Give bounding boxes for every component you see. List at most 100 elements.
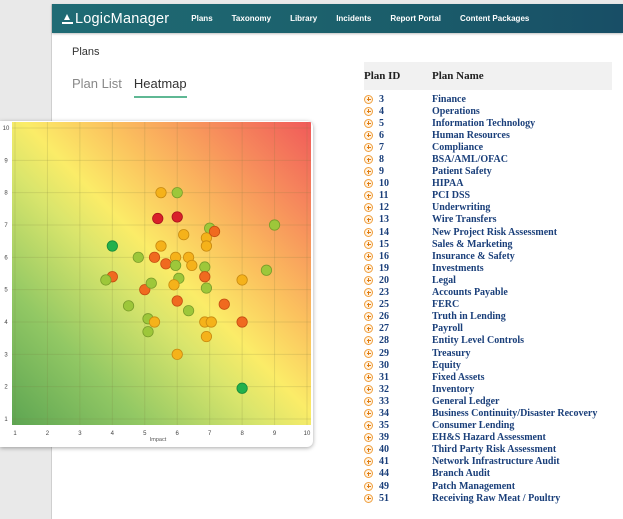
plan-row[interactable]: 39 EH&S Hazard Assessment bbox=[364, 432, 612, 444]
plan-name-link[interactable]: Business Continuity/Disaster Recovery bbox=[432, 408, 597, 419]
plan-row[interactable]: 30 Equity bbox=[364, 359, 612, 371]
expand-plus-icon[interactable] bbox=[364, 408, 373, 418]
plan-row[interactable]: 8 BSA/AML/OFAC bbox=[364, 153, 612, 165]
plan-row[interactable]: 7 Compliance bbox=[364, 141, 612, 153]
plan-name-link[interactable]: New Project Risk Assessment bbox=[432, 227, 557, 238]
plan-row[interactable]: 26 Truth in Lending bbox=[364, 311, 612, 323]
plan-name-link[interactable]: Inventory bbox=[432, 384, 474, 395]
expand-plus-icon[interactable] bbox=[364, 227, 373, 237]
risk-point-low-medium[interactable] bbox=[142, 326, 154, 338]
plan-name-link[interactable]: Network Infrastructure Audit bbox=[432, 456, 560, 467]
plan-row[interactable]: 15 Sales & Marketing bbox=[364, 238, 612, 250]
expand-plus-icon[interactable] bbox=[364, 106, 373, 116]
expand-plus-icon[interactable] bbox=[364, 421, 373, 431]
plan-row[interactable]: 31 Fixed Assets bbox=[364, 371, 612, 383]
plan-name-link[interactable]: BSA/AML/OFAC bbox=[432, 154, 508, 165]
plan-row[interactable]: 10 HIPAA bbox=[364, 178, 612, 190]
risk-point-critical[interactable] bbox=[152, 212, 164, 225]
plan-name-link[interactable]: Truth in Lending bbox=[432, 311, 506, 322]
plan-row[interactable]: 11 PCI DSS bbox=[364, 190, 612, 202]
expand-plus-icon[interactable] bbox=[364, 372, 373, 382]
plan-name-link[interactable]: HIPAA bbox=[432, 178, 463, 189]
plan-name-link[interactable]: Equity bbox=[432, 360, 461, 371]
plan-name-link[interactable]: Insurance & Safety bbox=[432, 251, 515, 262]
risk-point-medium[interactable] bbox=[155, 240, 167, 252]
risk-point-medium[interactable] bbox=[236, 274, 248, 286]
plan-row[interactable]: 28 Entity Level Controls bbox=[364, 335, 612, 347]
nav-taxonomy[interactable]: Taxonomy bbox=[232, 14, 271, 23]
plan-row[interactable]: 44 Branch Audit bbox=[364, 468, 612, 480]
plan-name-link[interactable]: Operations bbox=[432, 106, 480, 117]
risk-point-medium[interactable] bbox=[178, 229, 190, 241]
risk-point-low-medium[interactable] bbox=[182, 305, 195, 317]
plan-name-link[interactable]: Finance bbox=[432, 94, 466, 105]
expand-plus-icon[interactable] bbox=[364, 433, 373, 443]
plan-name-link[interactable]: General Ledger bbox=[432, 396, 499, 407]
expand-plus-icon[interactable] bbox=[364, 167, 373, 177]
plan-row[interactable]: 27 Payroll bbox=[364, 323, 612, 335]
plan-name-link[interactable]: Human Resources bbox=[432, 130, 510, 141]
nav-report-portal[interactable]: Report Portal bbox=[390, 14, 441, 23]
risk-point-low-medium[interactable] bbox=[171, 187, 183, 199]
plan-row[interactable]: 33 General Ledger bbox=[364, 395, 612, 407]
expand-plus-icon[interactable] bbox=[364, 469, 373, 479]
plan-row[interactable]: 14 New Project Risk Assessment bbox=[364, 226, 612, 238]
nav-plans[interactable]: Plans bbox=[191, 14, 212, 23]
risk-point-high[interactable] bbox=[236, 316, 248, 328]
expand-plus-icon[interactable] bbox=[364, 457, 373, 467]
risk-point-medium[interactable] bbox=[186, 259, 198, 272]
plan-name-link[interactable]: Fixed Assets bbox=[432, 372, 485, 383]
risk-point-low-medium[interactable] bbox=[145, 277, 157, 289]
plan-name-link[interactable]: Entity Level Controls bbox=[432, 335, 524, 346]
plan-row[interactable]: 49 Patch Management bbox=[364, 480, 612, 492]
expand-plus-icon[interactable] bbox=[364, 155, 373, 165]
expand-plus-icon[interactable] bbox=[364, 336, 373, 346]
plan-name-link[interactable]: Accounts Payable bbox=[432, 287, 508, 298]
expand-plus-icon[interactable] bbox=[364, 215, 373, 225]
expand-plus-icon[interactable] bbox=[364, 203, 373, 213]
risk-point-high[interactable] bbox=[199, 271, 211, 283]
risk-point-medium[interactable] bbox=[168, 279, 180, 291]
nav-incidents[interactable]: Incidents bbox=[336, 14, 371, 23]
plan-name-link[interactable]: Underwriting bbox=[432, 202, 490, 213]
plan-row[interactable]: 41 Network Infrastructure Audit bbox=[364, 456, 612, 468]
plan-row[interactable]: 23 Accounts Payable bbox=[364, 287, 612, 299]
expand-plus-icon[interactable] bbox=[364, 445, 373, 455]
risk-point-low[interactable] bbox=[106, 240, 118, 252]
plan-name-link[interactable]: Patch Management bbox=[432, 481, 515, 492]
plan-name-link[interactable]: Sales & Marketing bbox=[432, 239, 513, 250]
plan-name-link[interactable]: Compliance bbox=[432, 142, 483, 153]
expand-plus-icon[interactable] bbox=[364, 130, 373, 140]
risk-point-low-medium[interactable] bbox=[100, 274, 112, 286]
risk-point-high[interactable] bbox=[218, 298, 230, 310]
plan-row[interactable]: 25 FERC bbox=[364, 299, 612, 311]
risk-point-low-medium[interactable] bbox=[170, 259, 182, 272]
expand-plus-icon[interactable] bbox=[364, 300, 373, 310]
risk-point-high[interactable] bbox=[171, 295, 183, 307]
plan-row[interactable]: 3 Finance bbox=[364, 93, 612, 105]
expand-plus-icon[interactable] bbox=[364, 324, 373, 334]
expand-plus-icon[interactable] bbox=[364, 239, 373, 249]
risk-point-low-medium[interactable] bbox=[200, 282, 213, 294]
expand-plus-icon[interactable] bbox=[364, 263, 373, 273]
plan-row[interactable]: 20 Legal bbox=[364, 274, 612, 286]
plan-name-link[interactable]: Legal bbox=[432, 275, 456, 286]
expand-plus-icon[interactable] bbox=[364, 481, 373, 491]
expand-plus-icon[interactable] bbox=[364, 179, 373, 189]
expand-plus-icon[interactable] bbox=[364, 94, 373, 104]
risk-point-medium[interactable] bbox=[200, 240, 213, 252]
expand-plus-icon[interactable] bbox=[364, 348, 373, 358]
plan-name-link[interactable]: Payroll bbox=[432, 323, 463, 334]
risk-point-high[interactable] bbox=[160, 258, 172, 270]
plan-row[interactable]: 35 Consumer Lending bbox=[364, 420, 612, 432]
expand-plus-icon[interactable] bbox=[364, 396, 373, 406]
expand-plus-icon[interactable] bbox=[364, 360, 373, 370]
expand-plus-icon[interactable] bbox=[364, 288, 373, 298]
plan-row[interactable]: 5 Information Technology bbox=[364, 117, 612, 129]
plan-name-link[interactable]: Information Technology bbox=[432, 118, 535, 129]
plan-name-link[interactable]: Wire Transfers bbox=[432, 214, 497, 225]
risk-point-low[interactable] bbox=[236, 382, 248, 394]
plan-row[interactable]: 16 Insurance & Safety bbox=[364, 250, 612, 262]
tab-plan-list[interactable]: Plan List bbox=[72, 76, 122, 98]
plan-name-link[interactable]: Receiving Raw Meat / Poultry bbox=[432, 493, 560, 504]
